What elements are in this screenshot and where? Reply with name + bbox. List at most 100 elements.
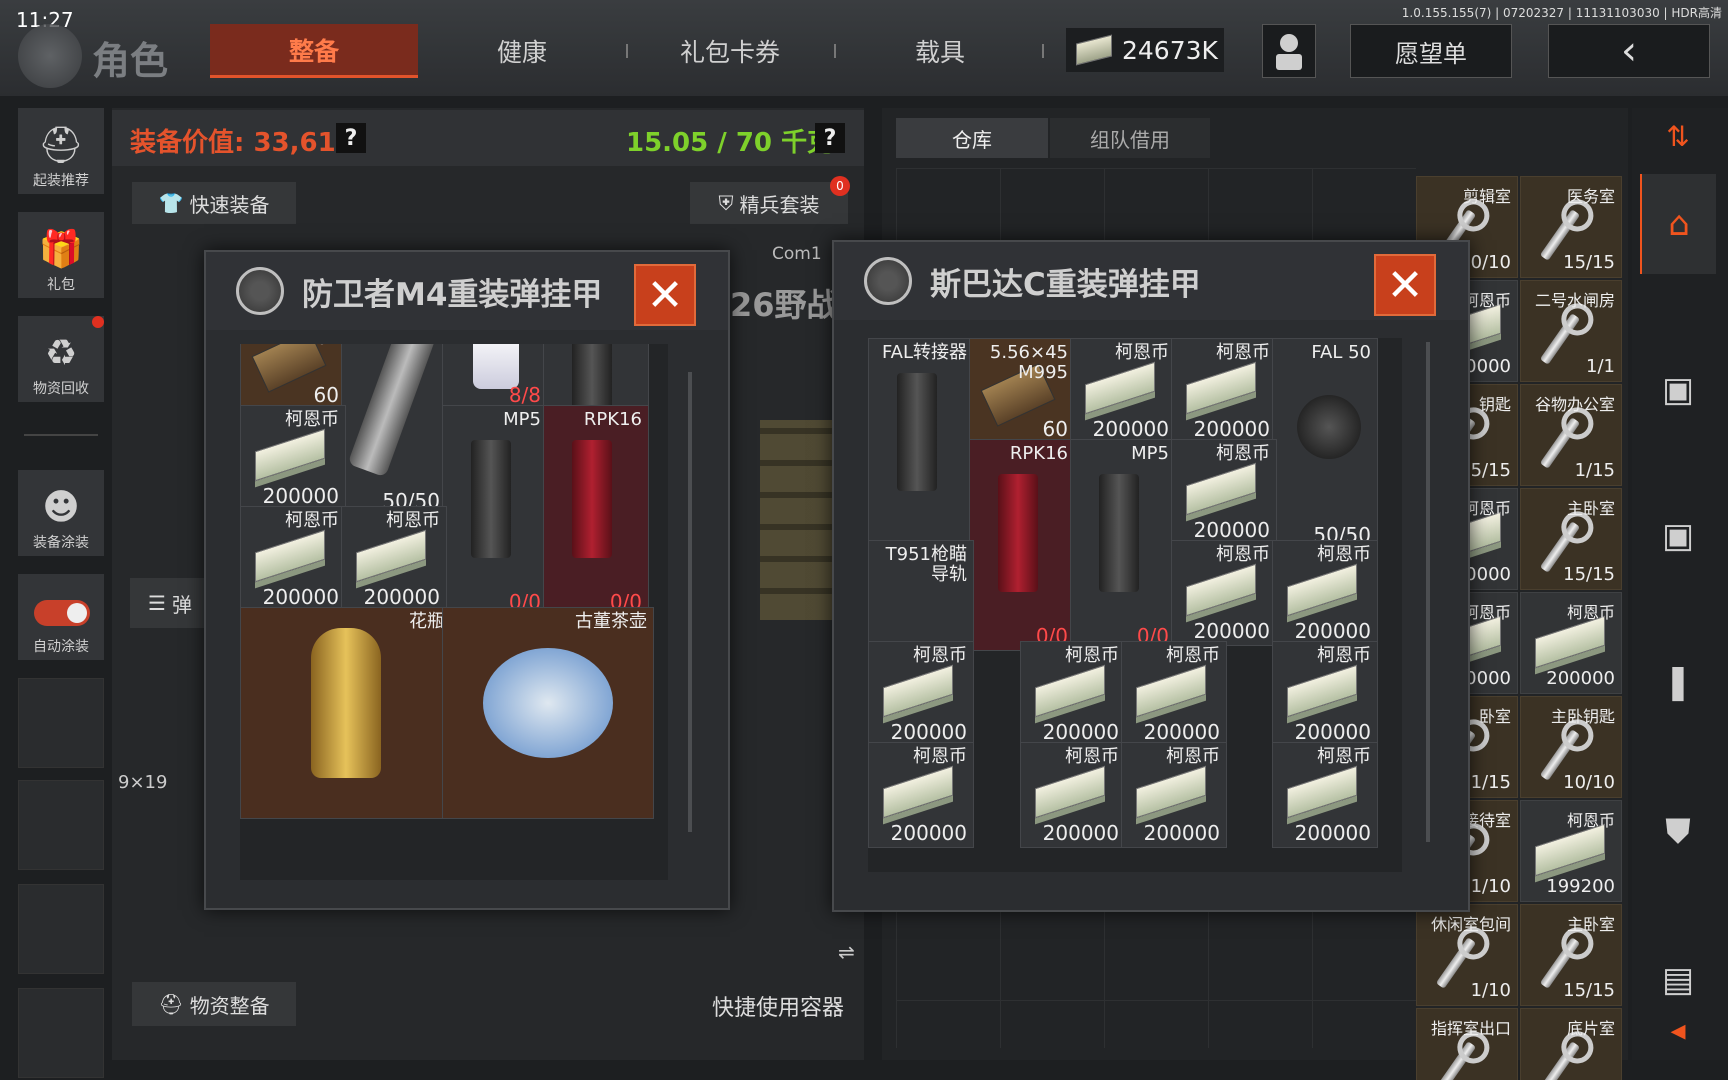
- inventory-item[interactable]: FAL 50 50/50: [1272, 338, 1378, 550]
- key-item[interactable]: 主卧钥匙 10/10: [1520, 696, 1622, 798]
- arrow-left-icon[interactable]: ◂: [1640, 980, 1716, 1080]
- item-name: 医务室: [1566, 187, 1615, 206]
- inventory-item[interactable]: 柯恩币 200000: [1272, 540, 1378, 646]
- inventory-item[interactable]: 柯恩币 200000: [1020, 641, 1126, 747]
- quick-equip-button[interactable]: 👕 快速装备: [132, 182, 296, 224]
- key-item[interactable]: 主卧室 15/15: [1520, 904, 1622, 1006]
- close-icon: ✕: [646, 269, 684, 321]
- item-name: 柯恩币: [1115, 342, 1169, 363]
- cash-item[interactable]: 柯恩币 199200: [1520, 800, 1622, 902]
- item-name: 二号水闸房: [1534, 291, 1615, 310]
- item-name: 底片室: [1566, 1019, 1615, 1038]
- sidebar-item-gift[interactable]: 🎁 礼包: [18, 212, 104, 298]
- tab-warehouse[interactable]: 仓库: [896, 118, 1048, 158]
- back-button[interactable]: ‹: [1548, 24, 1710, 78]
- tab-gift-vouchers[interactable]: 礼包卡券: [630, 24, 830, 78]
- key-item[interactable]: 底片室: [1520, 1008, 1622, 1080]
- inventory-item[interactable]: 古董茶壶: [442, 607, 654, 819]
- inventory-item[interactable]: MP5 0/0: [1070, 439, 1176, 651]
- tab-equip[interactable]: 整备: [210, 24, 418, 78]
- item-count: 200000: [1092, 417, 1169, 441]
- item-name: 柯恩币: [386, 510, 440, 531]
- close-button[interactable]: ✕: [634, 264, 696, 326]
- inventory-item[interactable]: AK瞄准: [543, 344, 649, 410]
- vase-image: [311, 628, 381, 778]
- inventory-item[interactable]: 柯恩币 200000: [1121, 742, 1227, 848]
- item-count: 200000: [1193, 518, 1270, 542]
- inventory-item[interactable]: 7.62×51 M62 60: [240, 344, 346, 410]
- backpack-label: 26野战: [730, 286, 839, 324]
- inventory-item[interactable]: 特效止痛药8/8: [442, 344, 548, 410]
- inventory-item[interactable]: FAL转接器: [868, 338, 974, 550]
- inventory-item[interactable]: 柯恩币 200000: [240, 506, 346, 612]
- sidebar-item-loadout-recommend[interactable]: ⛑ 起装推荐: [18, 108, 104, 194]
- item-name: 接待室: [1462, 811, 1511, 830]
- weight-help-button[interactable]: ?: [815, 123, 845, 153]
- swap-icon[interactable]: ⇌: [838, 940, 855, 964]
- key-item[interactable]: 谷物办公室 1/15: [1520, 384, 1622, 486]
- equipment-value: 装备价值: 33,618: [130, 128, 354, 158]
- tab-team-borrow[interactable]: 组队借用: [1050, 118, 1210, 158]
- key-item[interactable]: 医务室 15/15: [1520, 176, 1622, 278]
- armor-icon[interactable]: ⛊: [1640, 782, 1716, 882]
- inventory-item[interactable]: 柯恩币 200000: [1171, 338, 1277, 444]
- key-item[interactable]: 主卧室 15/15: [1520, 488, 1622, 590]
- supply-prep-label: 物资整备: [189, 993, 270, 1018]
- value-help-button[interactable]: ?: [336, 123, 366, 153]
- item-count: 200000: [1294, 619, 1371, 643]
- currency-display[interactable]: 24673K: [1066, 28, 1224, 72]
- item-count: 200000: [1042, 720, 1119, 744]
- bullet-icon[interactable]: ❚: [1640, 632, 1716, 732]
- inventory-item[interactable]: 柯恩币 200000: [1171, 439, 1277, 545]
- inventory-item[interactable]: 花瓶: [240, 607, 452, 819]
- box-icon[interactable]: ▣: [1640, 340, 1716, 440]
- supply-prep-button[interactable]: ⛑ 物资整备: [132, 982, 296, 1026]
- inventory-item[interactable]: RPK16 0/0: [969, 439, 1075, 651]
- box-icon[interactable]: ▣: [1640, 486, 1716, 586]
- item-name: 柯恩币: [1462, 291, 1511, 310]
- inventory-item[interactable]: T951枪瞄导轨: [868, 540, 974, 646]
- bill-image: [1085, 361, 1155, 415]
- inventory-item[interactable]: 柯恩币 200000: [341, 506, 447, 612]
- item-count: 200000: [363, 585, 440, 609]
- com-slot-label: Com1: [772, 244, 822, 264]
- bill-image: [1287, 765, 1357, 819]
- character-avatar-button[interactable]: [1262, 24, 1316, 78]
- tab-vehicle[interactable]: 载具: [840, 24, 1040, 78]
- inventory-item[interactable]: 柯恩币 200000: [1171, 540, 1277, 646]
- key-item[interactable]: 休闲室包间 1/10: [1416, 904, 1518, 1006]
- scrollbar[interactable]: [688, 372, 692, 832]
- inventory-item[interactable]: 柯恩币 200000: [868, 742, 974, 848]
- sidebar-item-recycle[interactable]: ♻ 物资回收: [18, 316, 104, 402]
- cash-item[interactable]: 柯恩币 200000: [1520, 592, 1622, 694]
- sort-icon[interactable]: ⇅: [1640, 108, 1716, 164]
- inventory-item[interactable]: 柯恩币 200000: [240, 405, 346, 511]
- inventory-item[interactable]: 柯恩币 200000: [868, 641, 974, 747]
- item-name: 柯恩币: [1462, 499, 1511, 518]
- close-button[interactable]: ✕: [1374, 254, 1436, 316]
- scrollbar[interactable]: [1426, 342, 1430, 842]
- key-item[interactable]: 指挥室出口3: [1416, 1008, 1518, 1080]
- inventory-item[interactable]: 柯恩币 200000: [1070, 338, 1176, 444]
- tab-health[interactable]: 健康: [420, 24, 624, 78]
- inventory-item[interactable]: 柯恩币 200000: [1121, 641, 1227, 747]
- sidebar-item-paint[interactable]: ☻ 装备涂装: [18, 470, 104, 556]
- home-icon[interactable]: ⌂: [1640, 174, 1716, 274]
- inventory-item[interactable]: RPK16 0/0: [543, 405, 649, 617]
- wishlist-button[interactable]: 愿望单: [1350, 24, 1512, 78]
- inventory-item[interactable]: 5.56×45 M995 60: [969, 338, 1075, 444]
- auto-paint-toggle[interactable]: [34, 600, 90, 626]
- item-count: 1/10: [1470, 876, 1511, 897]
- key-item[interactable]: 二号水闸房 1/1: [1520, 280, 1622, 382]
- ammo-button[interactable]: ☰ 弹: [130, 578, 210, 628]
- elite-set-button[interactable]: ⛨ 精兵套装: [690, 182, 848, 224]
- inventory-item[interactable]: VSS 5050/50: [341, 344, 447, 516]
- item-name: 柯恩币: [1166, 746, 1220, 767]
- item-count: 200000: [1294, 720, 1371, 744]
- inventory-item[interactable]: 柯恩币 200000: [1272, 641, 1378, 747]
- item-count: 200000: [1143, 821, 1220, 845]
- inventory-item[interactable]: MP5 0/0: [442, 405, 548, 617]
- inventory-item[interactable]: 柯恩币 200000: [1020, 742, 1126, 848]
- mag-image: [347, 344, 437, 478]
- inventory-item[interactable]: 柯恩币 200000: [1272, 742, 1378, 848]
